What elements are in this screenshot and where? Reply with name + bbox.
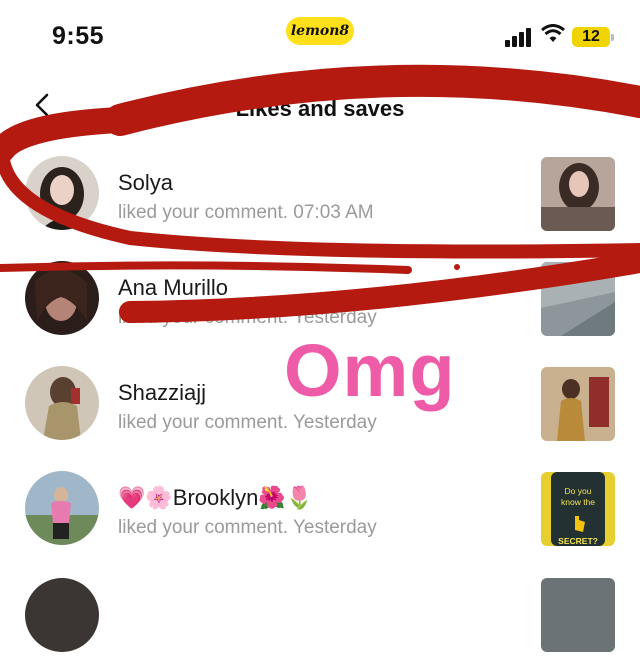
omg-annotation: Omg <box>284 329 456 412</box>
post-thumbnail[interactable] <box>541 262 615 336</box>
notification-name[interactable]: Solya <box>118 170 173 196</box>
notification-row[interactable] <box>0 560 640 664</box>
status-time: 9:55 <box>52 22 105 50</box>
battery-indicator: 12 <box>572 27 614 47</box>
wifi-icon <box>541 24 565 42</box>
notification-row[interactable]: 💗🌸Brooklyn🌺🌷 liked your comment. Yesterd… <box>0 455 640 559</box>
notification-action: liked your comment. Yesterday <box>118 412 377 433</box>
thumb-text-line-1: Do you <box>565 486 592 496</box>
avatar[interactable] <box>25 366 99 440</box>
notification-action: liked your comment. Yesterday <box>118 517 377 538</box>
avatar[interactable] <box>25 471 99 545</box>
status-bar: 9:55 lemon8 12 <box>0 0 640 70</box>
post-thumbnail[interactable] <box>541 367 615 441</box>
post-thumbnail[interactable] <box>541 157 615 231</box>
notification-row[interactable]: Solya liked your comment. 07:03 AM <box>0 140 640 244</box>
avatar[interactable] <box>25 156 99 230</box>
avatar[interactable] <box>25 578 99 652</box>
page-title: Likes and saves <box>235 96 405 121</box>
thumb-text-line-2: know the <box>561 497 595 507</box>
brand-pill: lemon8 <box>286 17 354 45</box>
post-thumbnail[interactable]: Do you know the SECRET? <box>541 472 615 546</box>
notification-name[interactable]: Shazziajj <box>118 380 206 406</box>
notification-name[interactable]: Ana Murillo <box>118 275 228 301</box>
post-thumbnail[interactable] <box>541 578 615 652</box>
thumb-text-line-3: SECRET? <box>558 536 598 546</box>
cellular-signal-icon <box>505 27 535 47</box>
notification-action: liked your comment. Yesterday <box>118 307 377 328</box>
page-header: Likes and saves <box>0 82 640 138</box>
avatar[interactable] <box>25 261 99 335</box>
notification-name[interactable]: 💗🌸Brooklyn🌺🌷 <box>118 485 313 511</box>
notification-action: liked your comment. 07:03 AM <box>118 202 374 223</box>
